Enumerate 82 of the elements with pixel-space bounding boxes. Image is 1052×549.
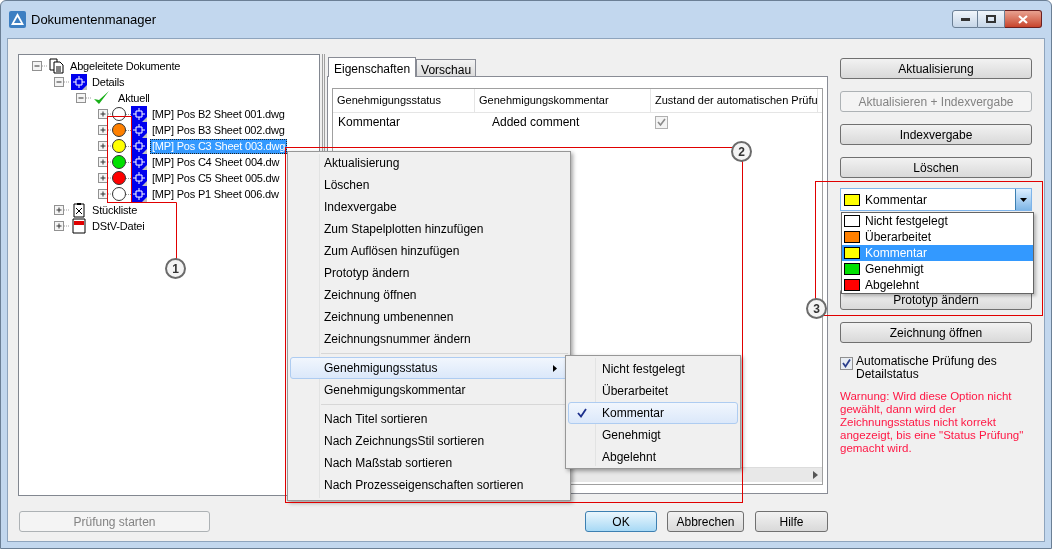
tree-item[interactable]: Details — [90, 74, 127, 90]
menu-item[interactable]: Zeichnung umbenennen — [290, 306, 568, 328]
button[interactable]: Abbrechen — [667, 511, 744, 532]
expand-icon[interactable] — [98, 138, 113, 154]
close-icon — [1018, 14, 1028, 24]
menu-item[interactable]: Nach Prozesseigenschaften sortieren — [290, 474, 568, 496]
collapse-icon[interactable] — [76, 90, 91, 106]
menu-item[interactable]: Zeichnung öffnen — [290, 284, 568, 306]
window-title: Dokumentenmanager — [31, 10, 157, 29]
documents-icon — [49, 58, 65, 74]
table-cell-text: Added comment — [491, 114, 581, 131]
dropdown-option[interactable]: Nicht festgelegt — [842, 213, 1033, 229]
tree-item[interactable]: [MP] Pos P1 Sheet 006.dw — [150, 186, 281, 202]
minimize-button[interactable] — [952, 10, 978, 28]
menu-item[interactable]: Indexvergabe — [290, 196, 568, 218]
blueprint-icon — [131, 106, 147, 122]
maximize-icon — [986, 15, 996, 23]
checkbox-label[interactable]: Automatische Prüfung des Detailstatus — [856, 354, 1016, 381]
check-icon — [577, 408, 587, 418]
app-icon — [9, 11, 26, 28]
column-header[interactable]: Zustand der automatischen Prüfu — [651, 89, 818, 112]
expand-icon[interactable] — [98, 154, 113, 170]
dropdown-option[interactable]: Überarbeitet — [842, 229, 1033, 245]
caret-icon — [1020, 197, 1027, 202]
dropdown-option[interactable]: Genehmigt — [842, 261, 1033, 277]
tree-item[interactable]: Stückliste — [90, 202, 140, 218]
tree-item[interactable]: DStV-Datei — [90, 218, 147, 234]
table-cell-text: Kommentar — [337, 114, 402, 131]
menu-item[interactable]: Kommentar — [568, 402, 738, 424]
column-header[interactable]: Genehmigungskommentar — [475, 89, 651, 112]
maximize-button[interactable] — [978, 10, 1005, 28]
menu-item[interactable]: Genehmigungskommentar — [290, 379, 568, 401]
expand-icon[interactable] — [54, 218, 69, 234]
menu-item[interactable]: Nicht festgelegt — [568, 358, 738, 380]
menu-item[interactable]: Genehmigungsstatus — [290, 357, 568, 379]
checkmark-icon — [93, 90, 110, 106]
close-button[interactable] — [1005, 10, 1042, 28]
menu-item[interactable]: Löschen — [290, 174, 568, 196]
button[interactable]: OK — [585, 511, 657, 532]
expand-icon[interactable] — [98, 106, 113, 122]
menu-item[interactable]: Zum Auflösen hinzufügen — [290, 240, 568, 262]
tree-item[interactable]: Abgeleitete Dokumente — [68, 58, 183, 74]
menu-item[interactable]: Nach ZeichnungsStil sortieren — [290, 430, 568, 452]
menu-item[interactable]: Abgelehnt — [568, 446, 738, 468]
tree-item[interactable]: [MP] Pos C5 Sheet 005.dw — [150, 170, 282, 186]
menu-item[interactable]: Überarbeitet — [568, 380, 738, 402]
column-header[interactable]: Genehmigungsstatus — [333, 89, 475, 112]
button[interactable]: Zeichnung öffnen — [840, 322, 1032, 343]
collapse-icon[interactable] — [54, 74, 69, 90]
button[interactable]: Indexvergabe — [840, 124, 1032, 145]
scroll-right-icon[interactable] — [813, 471, 818, 479]
checkbox[interactable] — [655, 115, 668, 129]
menu-item[interactable]: Zum Stapelplotten hinzufügen — [290, 218, 568, 240]
warning-text: Warnung: Wird diese Option nicht gewählt, dann wird der Zeichnungsstatus nicht korrekt angezeigt, bis eine "Status Prüfung" gemacht wird. — [840, 390, 1025, 455]
tree-item[interactable]: Aktuell — [116, 90, 152, 106]
menu-item[interactable]: Nach Maßstab sortieren — [290, 452, 568, 474]
status-combo[interactable]: Kommentar — [840, 188, 1032, 211]
expand-icon[interactable] — [98, 170, 113, 186]
button[interactable]: Löschen — [840, 157, 1032, 178]
button[interactable]: Aktualisierung — [840, 58, 1032, 79]
collapse-icon[interactable] — [32, 58, 47, 74]
menu-item[interactable]: Nach Titel sortieren — [290, 408, 568, 430]
tab[interactable]: Eigenschaften — [328, 57, 417, 77]
menu-item[interactable]: Aktualisierung — [290, 152, 568, 174]
button[interactable]: Hilfe — [755, 511, 828, 532]
tree-item[interactable]: [MP] Pos B2 Sheet 001.dwg — [150, 106, 287, 122]
expand-icon[interactable] — [54, 202, 69, 218]
dropdown-button[interactable] — [1015, 189, 1031, 210]
expand-icon[interactable] — [98, 122, 113, 138]
menu-item[interactable]: Zeichnungsnummer ändern — [290, 328, 568, 350]
minimize-icon — [960, 17, 970, 21]
tree-item[interactable]: [MP] Pos C4 Sheet 004.dw — [150, 154, 282, 170]
menu-item[interactable]: Genehmigt — [568, 424, 738, 446]
checkbox[interactable] — [840, 357, 853, 370]
tab[interactable]: Vorschau — [416, 59, 477, 76]
document-icon — [71, 218, 87, 234]
expand-icon[interactable] — [98, 186, 113, 202]
tree-item[interactable]: [MP] Pos B3 Sheet 002.dwg — [150, 122, 287, 138]
clipboard-icon — [71, 202, 87, 218]
blueprint-icon — [71, 74, 87, 90]
submenu-arrow-icon — [553, 365, 557, 372]
menu-item[interactable]: Prototyp ändern — [290, 262, 568, 284]
